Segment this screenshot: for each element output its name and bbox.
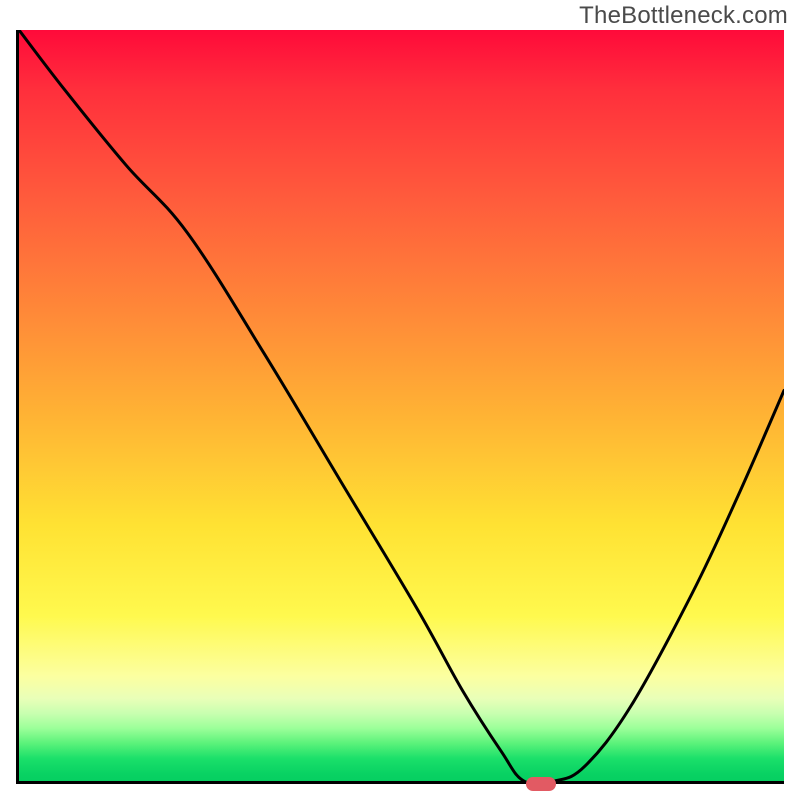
plot-area — [16, 30, 784, 784]
curve-path — [19, 30, 784, 781]
bottleneck-curve — [19, 30, 784, 781]
chart-stage: TheBottleneck.com — [0, 0, 800, 800]
optimal-marker — [526, 777, 556, 791]
watermark-text: TheBottleneck.com — [579, 2, 788, 30]
